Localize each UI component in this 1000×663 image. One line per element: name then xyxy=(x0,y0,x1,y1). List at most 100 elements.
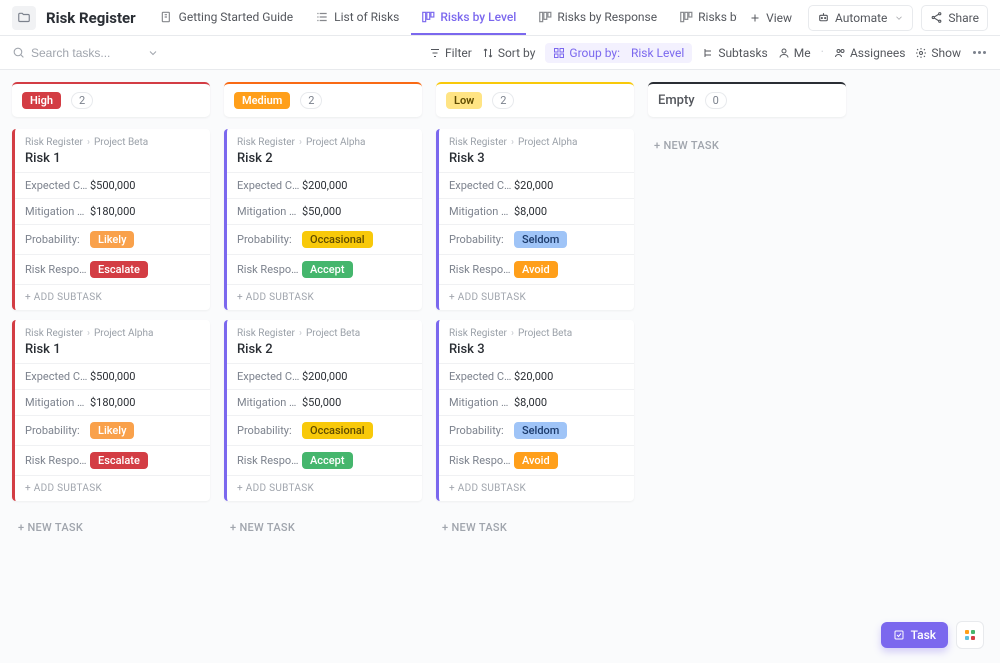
add-view-button[interactable]: View xyxy=(741,5,800,31)
risk-card[interactable]: Risk Register › Project Alpha Risk 2 Exp… xyxy=(224,129,422,310)
field-risk-response[interactable]: Risk Respo… Accept xyxy=(227,445,422,475)
me-button[interactable]: Me xyxy=(778,46,811,60)
show-button[interactable]: Show xyxy=(915,46,961,60)
field-risk-response[interactable]: Risk Respo… Avoid xyxy=(439,445,634,475)
automate-button[interactable]: Automate xyxy=(808,5,913,31)
field-value: Avoid xyxy=(514,452,624,469)
tab-getting-started[interactable]: Getting Started Guide xyxy=(150,0,303,35)
share-button[interactable]: Share xyxy=(921,5,988,31)
risk-card[interactable]: Risk Register › Project Beta Risk 3 Expe… xyxy=(436,320,634,501)
risk-card[interactable]: Risk Register › Project Beta Risk 2 Expe… xyxy=(224,320,422,501)
field-probability[interactable]: Probability: Occasional xyxy=(227,224,422,254)
sort-button[interactable]: Sort by xyxy=(482,46,536,60)
card-title: Risk 2 xyxy=(237,342,412,357)
task-icon xyxy=(893,629,905,641)
field-risk-response[interactable]: Risk Respo… Accept xyxy=(227,254,422,284)
field-risk-response[interactable]: Risk Respo… Avoid xyxy=(439,254,634,284)
field-label: Mitigation … xyxy=(25,396,90,409)
field-label: Expected C… xyxy=(449,370,514,383)
crumb-project: Project Beta xyxy=(94,137,148,148)
field-value: $180,000 xyxy=(90,205,200,218)
breadcrumb[interactable]: Risk Register › Project Alpha xyxy=(237,137,412,148)
card-header: Risk Register › Project Beta Risk 3 xyxy=(439,320,634,363)
new-task-button[interactable]: + NEW TASK xyxy=(12,511,210,544)
column-header[interactable]: Medium 2 xyxy=(224,82,422,117)
field-risk-response[interactable]: Risk Respo… Escalate xyxy=(15,445,210,475)
new-task-button[interactable]: + NEW TASK xyxy=(648,129,846,162)
search-icon xyxy=(12,46,25,59)
field-value: Seldom xyxy=(514,231,624,248)
status-label: Empty xyxy=(658,93,695,108)
breadcrumb[interactable]: Risk Register › Project Alpha xyxy=(25,328,200,339)
risk-card[interactable]: Risk Register › Project Alpha Risk 1 Exp… xyxy=(12,320,210,501)
field-label: Mitigation … xyxy=(449,396,514,409)
field-mitigation[interactable]: Mitigation … $8,000 xyxy=(439,198,634,224)
field-value: $200,000 xyxy=(302,179,412,192)
risk-card[interactable]: Risk Register › Project Alpha Risk 3 Exp… xyxy=(436,129,634,310)
top-actions: View Automate Share xyxy=(741,5,988,31)
field-mitigation[interactable]: Mitigation … $50,000 xyxy=(227,389,422,415)
subtasks-button[interactable]: Subtasks xyxy=(702,46,767,60)
field-probability[interactable]: Probability: Seldom xyxy=(439,415,634,445)
field-value: Likely xyxy=(90,231,200,248)
field-probability[interactable]: Probability: Occasional xyxy=(227,415,422,445)
field-label: Risk Respo… xyxy=(237,263,302,276)
field-mitigation[interactable]: Mitigation … $8,000 xyxy=(439,389,634,415)
search[interactable] xyxy=(12,46,159,60)
add-subtask-button[interactable]: + ADD SUBTASK xyxy=(227,284,422,310)
field-value: $180,000 xyxy=(90,396,200,409)
field-expected-cost[interactable]: Expected C… $20,000 xyxy=(439,172,634,198)
field-risk-response[interactable]: Risk Respo… Escalate xyxy=(15,254,210,284)
filter-button[interactable]: Filter xyxy=(429,46,472,60)
field-label: Probability: xyxy=(25,233,90,246)
chevron-right-icon: › xyxy=(511,328,514,339)
field-probability[interactable]: Probability: Likely xyxy=(15,415,210,445)
add-subtask-button[interactable]: + ADD SUBTASK xyxy=(227,475,422,501)
card-header: Risk Register › Project Alpha Risk 2 xyxy=(227,129,422,172)
field-value: $8,000 xyxy=(514,205,624,218)
more-menu[interactable] xyxy=(971,51,988,54)
assignees-button[interactable]: Assignees xyxy=(834,46,905,60)
column-header[interactable]: Low 2 xyxy=(436,82,634,117)
field-value: Occasional xyxy=(302,231,412,248)
field-expected-cost[interactable]: Expected C… $200,000 xyxy=(227,172,422,198)
breadcrumb[interactable]: Risk Register › Project Alpha xyxy=(449,137,624,148)
cards: Risk Register › Project Alpha Risk 2 Exp… xyxy=(224,129,422,544)
breadcrumb[interactable]: Risk Register › Project Beta xyxy=(449,328,624,339)
search-input[interactable] xyxy=(31,46,141,60)
add-subtask-button[interactable]: + ADD SUBTASK xyxy=(15,284,210,310)
column-header[interactable]: Empty 0 xyxy=(648,82,846,117)
field-expected-cost[interactable]: Expected C… $200,000 xyxy=(227,363,422,389)
add-subtask-button[interactable]: + ADD SUBTASK xyxy=(439,475,634,501)
field-expected-cost[interactable]: Expected C… $20,000 xyxy=(439,363,634,389)
field-expected-cost[interactable]: Expected C… $500,000 xyxy=(15,363,210,389)
field-mitigation[interactable]: Mitigation … $180,000 xyxy=(15,389,210,415)
breadcrumb[interactable]: Risk Register › Project Beta xyxy=(25,137,200,148)
new-task-fab[interactable]: Task xyxy=(881,622,948,648)
field-label: Mitigation … xyxy=(237,396,302,409)
field-probability[interactable]: Probability: Seldom xyxy=(439,224,634,254)
field-mitigation[interactable]: Mitigation … $180,000 xyxy=(15,198,210,224)
field-label: Mitigation … xyxy=(25,205,90,218)
new-task-button[interactable]: + NEW TASK xyxy=(224,511,422,544)
tab-label: Getting Started Guide xyxy=(179,10,293,24)
field-expected-cost[interactable]: Expected C… $500,000 xyxy=(15,172,210,198)
field-mitigation[interactable]: Mitigation … $50,000 xyxy=(227,198,422,224)
breadcrumb[interactable]: Risk Register › Project Beta xyxy=(237,328,412,339)
tab-risks-by-status[interactable]: Risks by Status xyxy=(669,0,737,35)
group-by-button[interactable]: Group by: Risk Level xyxy=(545,43,692,63)
tab-list-of-risks[interactable]: List of Risks xyxy=(305,0,409,35)
show-label: Show xyxy=(931,46,961,60)
risk-card[interactable]: Risk Register › Project Beta Risk 1 Expe… xyxy=(12,129,210,310)
add-subtask-button[interactable]: + ADD SUBTASK xyxy=(15,475,210,501)
tab-risks-by-level[interactable]: Risks by Level xyxy=(411,0,526,35)
card-title: Risk 3 xyxy=(449,151,624,166)
field-label: Risk Respo… xyxy=(25,454,90,467)
chevron-down-icon[interactable] xyxy=(147,47,159,59)
add-subtask-button[interactable]: + ADD SUBTASK xyxy=(439,284,634,310)
column-header[interactable]: High 2 xyxy=(12,82,210,117)
tab-risks-by-response[interactable]: Risks by Response xyxy=(528,0,667,35)
field-probability[interactable]: Probability: Likely xyxy=(15,224,210,254)
fab-apps[interactable] xyxy=(956,621,984,649)
new-task-button[interactable]: + NEW TASK xyxy=(436,511,634,544)
